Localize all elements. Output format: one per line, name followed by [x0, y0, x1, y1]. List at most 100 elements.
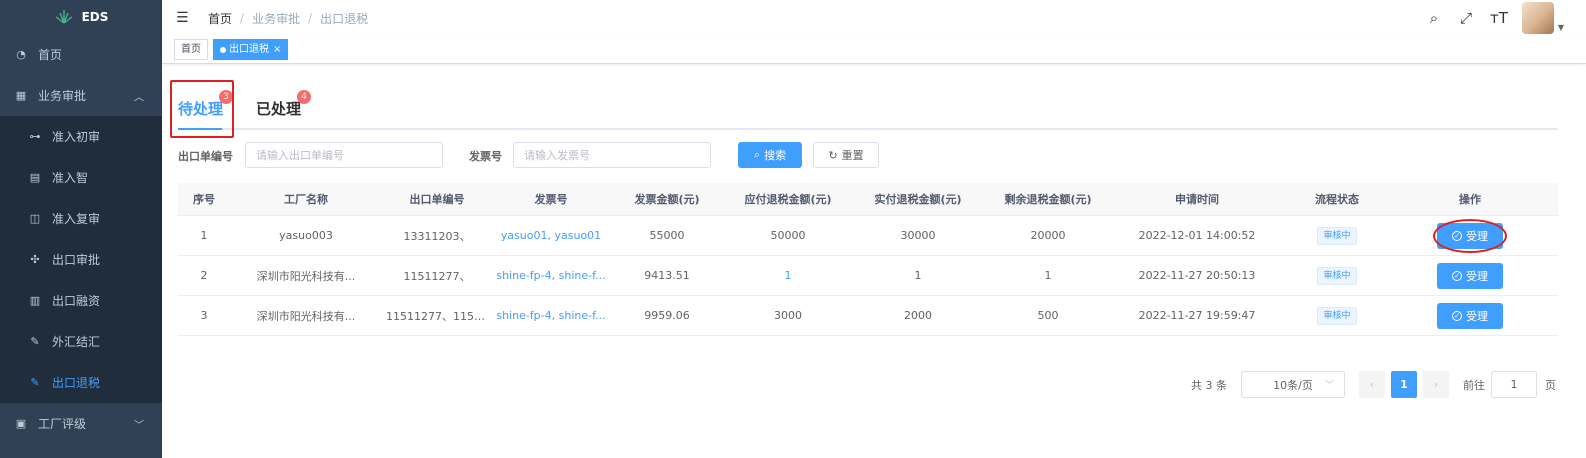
- dashboard-icon: ◔: [16, 48, 26, 61]
- search-button[interactable]: ⌕ 搜索: [738, 142, 802, 168]
- accept-button-label: 受理: [1466, 309, 1488, 323]
- accept-button[interactable]: ✓ 受理: [1437, 302, 1503, 329]
- status-badge: 审核中: [1317, 226, 1357, 245]
- breadcrumb-item-export-tax-refund: 出口退税: [320, 11, 369, 26]
- cell-invoice-amount: 9959.06: [644, 309, 690, 322]
- invoice-number-input[interactable]: [513, 142, 711, 168]
- sidebar-item-label: 准入复审: [52, 212, 101, 226]
- cell-paid-refund: 2000: [904, 309, 932, 322]
- font-size-icon[interactable]: тT: [1490, 9, 1508, 27]
- fullscreen-icon[interactable]: ⤢: [1458, 9, 1474, 27]
- cell-action: ✓ 受理: [1392, 262, 1548, 289]
- table-icon: ▦: [15, 89, 27, 102]
- avatar[interactable]: ▼: [1522, 2, 1564, 34]
- column-header: 发票金额(元): [634, 193, 700, 206]
- column-header: 剩余退税金额(元): [1004, 193, 1092, 206]
- edit-icon: ✎: [30, 376, 40, 389]
- cell-status: 审核中: [1282, 226, 1392, 245]
- sidebar-item-label: 准入初审: [52, 130, 101, 144]
- tag-export-tax-refund[interactable]: 出口退税 ×: [213, 39, 289, 60]
- cell-factory-name: 深圳市阳光科技有...: [256, 309, 356, 323]
- tabs: 待处理 3 已处理 4: [178, 88, 1558, 130]
- cell-factory-name: 深圳市阳光科技有...: [256, 269, 356, 283]
- reset-button[interactable]: ↻ 重置: [813, 142, 879, 168]
- sidebar-item-label: 准入智: [52, 171, 89, 185]
- cell-invoice-amount: 55000: [649, 229, 685, 242]
- sidebar-item-admission-initial[interactable]: ⊶ 准入初审: [0, 116, 162, 157]
- prev-page-button[interactable]: ‹: [1359, 371, 1385, 398]
- brand-name: EDS: [81, 10, 109, 24]
- reset-button-label: 重置: [841, 149, 864, 162]
- page-size-select[interactable]: 10条/页 ﹀: [1241, 371, 1345, 398]
- column-header: 实付退税金额(元): [874, 193, 962, 206]
- goto-page-input[interactable]: 1: [1491, 371, 1537, 398]
- cell-invoice-amount: 9413.51: [644, 269, 690, 282]
- page-number-button[interactable]: 1: [1391, 371, 1417, 398]
- breadcrumb-separator: /: [308, 11, 313, 25]
- accept-button[interactable]: ✓ 受理: [1433, 218, 1507, 253]
- sidebar-item-admission-review[interactable]: ◫ 准入复审: [0, 198, 162, 239]
- sidebar-item-export-finance[interactable]: ▥ 出口融资: [0, 280, 162, 321]
- tags-view: 首页 出口退税 ×: [162, 36, 1586, 64]
- header-tools: ⌕ ⤢ тT ▼: [1426, 0, 1564, 36]
- next-page-button[interactable]: ›: [1423, 371, 1449, 398]
- sidebar-item-export-tax-refund[interactable]: ✎ 出口退税: [0, 362, 162, 403]
- chevron-down-icon: ﹀: [1324, 381, 1334, 391]
- order-number-label: 出口单编号: [178, 150, 233, 163]
- cell-invoice-link[interactable]: yasuo01, yasuo01: [492, 229, 610, 242]
- table-row: 2 深圳市阳光科技有... 11511277、 shine-fp-4, shin…: [178, 256, 1558, 296]
- order-number-input[interactable]: [245, 142, 443, 168]
- tag-home[interactable]: 首页: [174, 39, 208, 60]
- list-icon: ▣: [15, 417, 27, 430]
- brand[interactable]: EDS: [0, 0, 162, 34]
- sidebar-item-factory-rating[interactable]: ▣ 工厂评级 ﹀: [0, 403, 162, 444]
- search-button-label: 搜索: [764, 149, 787, 162]
- cell-status: 审核中: [1282, 306, 1392, 325]
- column-header: 流程状态: [1315, 193, 1359, 206]
- accept-button-label: 受理: [1466, 269, 1488, 283]
- close-icon[interactable]: ×: [273, 40, 281, 59]
- cell-paid-refund: 1: [914, 269, 922, 282]
- search-icon[interactable]: ⌕: [1426, 9, 1442, 27]
- edit-icon: ✎: [30, 335, 40, 348]
- cell-payable-refund: 50000: [770, 229, 806, 242]
- tab-processed[interactable]: 已处理 4: [256, 90, 312, 119]
- submenu: ⊶ 准入初审 ▤ 准入智 ◫ 准入复审 ✣ 出口审批 ▥ 出口融资 ✎ 外汇结汇…: [0, 116, 162, 403]
- sidebar-item-business-approval[interactable]: ▦ 业务审批 ︿: [0, 75, 162, 116]
- highlight-box: [170, 80, 234, 138]
- cell-remaining-refund: 1: [1044, 269, 1052, 282]
- cell-index: 1: [200, 229, 208, 242]
- form-icon: ▤: [29, 171, 41, 184]
- sidebar-item-label: 工厂评级: [38, 417, 87, 431]
- sidebar-item-export-approval[interactable]: ✣ 出口审批: [0, 239, 162, 280]
- cell-apply-time: 2022-11-27 19:59:47: [1138, 309, 1256, 322]
- tree-icon: ⊶: [29, 130, 41, 143]
- active-dot-icon: [220, 46, 226, 53]
- cell-invoice-link[interactable]: shine-fp-4, shine-f...: [492, 309, 610, 322]
- cell-invoice-link[interactable]: shine-fp-4, shine-f...: [492, 269, 610, 282]
- status-badge: 审核中: [1317, 266, 1357, 285]
- tag-label: 出口退税: [229, 44, 269, 55]
- page-size-value: 10条/页: [1273, 378, 1313, 392]
- cell-remaining-refund: 500: [1037, 309, 1059, 322]
- hamburger-icon[interactable]: ☰: [176, 10, 190, 26]
- refresh-icon: ↻: [828, 148, 838, 162]
- logo-icon: [55, 10, 73, 24]
- sidebar-item-fx-settlement[interactable]: ✎ 外汇结汇: [0, 321, 162, 362]
- cell-payable-refund[interactable]: 1: [724, 269, 852, 282]
- tab-badge: 4: [297, 90, 312, 104]
- breadcrumb-item-home[interactable]: 首页: [208, 10, 232, 27]
- invoice-number-label: 发票号: [469, 150, 502, 163]
- accept-button[interactable]: ✓ 受理: [1437, 262, 1503, 289]
- page-unit-label: 页: [1545, 378, 1556, 392]
- table-row: 3 深圳市阳光科技有... 11511277、11511... shine-fp…: [178, 296, 1558, 336]
- cell-apply-time: 2022-11-27 20:50:13: [1138, 269, 1256, 282]
- chevron-up-icon: ︿: [134, 92, 144, 103]
- sidebar-item-home[interactable]: ◔ 首页: [0, 34, 162, 75]
- cell-paid-refund: 30000: [900, 229, 936, 242]
- cell-action: ✓ 受理: [1392, 218, 1548, 253]
- navbar: ☰ 首页 / 业务审批 / 出口退税 ⌕ ⤢ тT ▼: [162, 0, 1586, 36]
- cell-index: 2: [200, 269, 208, 282]
- sidebar-item-admission[interactable]: ▤ 准入智: [0, 157, 162, 198]
- chevron-right-icon: ›: [1433, 378, 1439, 391]
